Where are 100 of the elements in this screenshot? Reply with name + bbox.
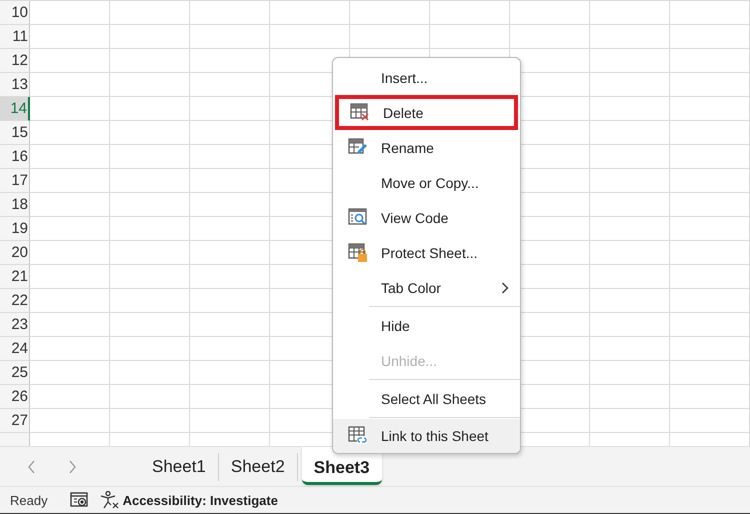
- grid-cell[interactable]: [110, 145, 190, 169]
- grid-cell[interactable]: [670, 121, 750, 145]
- grid-cell[interactable]: [670, 289, 750, 313]
- grid-cell[interactable]: [30, 289, 110, 313]
- grid-cell[interactable]: [190, 385, 270, 409]
- grid-cell[interactable]: [590, 193, 670, 217]
- grid-cell[interactable]: [110, 73, 190, 97]
- grid-cell[interactable]: [590, 385, 670, 409]
- grid-cell[interactable]: [590, 145, 670, 169]
- grid-cell[interactable]: [190, 49, 270, 73]
- grid-cell[interactable]: [670, 25, 750, 49]
- grid-cell[interactable]: [190, 313, 270, 337]
- grid-cell[interactable]: [30, 1, 110, 25]
- row-header[interactable]: 20: [0, 241, 30, 265]
- menu-item[interactable]: Hide: [333, 308, 520, 343]
- grid-cell[interactable]: [590, 217, 670, 241]
- grid-cell[interactable]: [190, 217, 270, 241]
- grid-cell[interactable]: [590, 361, 670, 385]
- row-header[interactable]: 13: [0, 73, 30, 97]
- grid-cell[interactable]: [30, 385, 110, 409]
- grid-cell[interactable]: [110, 289, 190, 313]
- grid-cell[interactable]: [190, 241, 270, 265]
- grid-cell[interactable]: [590, 73, 670, 97]
- grid-cell[interactable]: [670, 265, 750, 289]
- row-header[interactable]: 17: [0, 169, 30, 193]
- grid-cell[interactable]: [270, 25, 350, 49]
- grid-cell[interactable]: [670, 217, 750, 241]
- grid-cell[interactable]: [110, 361, 190, 385]
- row-header[interactable]: 23: [0, 313, 30, 337]
- grid-cell[interactable]: [590, 49, 670, 73]
- accessibility-status[interactable]: Accessibility: Investigate: [122, 492, 278, 508]
- grid-cell[interactable]: [670, 409, 750, 433]
- grid-cell[interactable]: [190, 145, 270, 169]
- grid-cell[interactable]: [30, 193, 110, 217]
- row-header[interactable]: 25: [0, 361, 30, 385]
- grid-cell[interactable]: [30, 169, 110, 193]
- menu-item[interactable]: Tab Color: [333, 270, 520, 305]
- grid-cell[interactable]: [110, 409, 190, 433]
- grid-cell[interactable]: [670, 313, 750, 337]
- grid-cell[interactable]: [30, 409, 110, 433]
- grid-cell[interactable]: [190, 25, 270, 49]
- grid-cell[interactable]: [110, 49, 190, 73]
- grid-cell[interactable]: [590, 265, 670, 289]
- grid-cell[interactable]: [190, 265, 270, 289]
- grid-cell[interactable]: [590, 337, 670, 361]
- grid-cell[interactable]: [190, 73, 270, 97]
- grid-cell[interactable]: [30, 121, 110, 145]
- row-header[interactable]: 11: [0, 25, 30, 49]
- grid-cell[interactable]: [110, 193, 190, 217]
- grid-cell[interactable]: [110, 217, 190, 241]
- grid-cell[interactable]: [190, 361, 270, 385]
- grid-cell[interactable]: [110, 25, 190, 49]
- grid-cell[interactable]: [590, 169, 670, 193]
- chevron-left-icon[interactable]: [27, 460, 37, 474]
- row-header[interactable]: 16: [0, 145, 30, 169]
- grid-cell[interactable]: [670, 97, 750, 121]
- grid-cell[interactable]: [590, 1, 670, 25]
- macro-recorder-icon[interactable]: [70, 492, 88, 508]
- grid-cell[interactable]: [30, 25, 110, 49]
- grid-cell[interactable]: [190, 1, 270, 25]
- grid-cell[interactable]: [590, 121, 670, 145]
- grid-cell[interactable]: [670, 193, 750, 217]
- row-header[interactable]: 18: [0, 193, 30, 217]
- sheet-tab[interactable]: Sheet1: [140, 452, 219, 480]
- grid-cell[interactable]: [190, 193, 270, 217]
- grid-cell[interactable]: [670, 169, 750, 193]
- menu-item[interactable]: Link to this Sheet: [333, 419, 520, 453]
- grid-cell[interactable]: [110, 337, 190, 361]
- grid-cell[interactable]: [190, 337, 270, 361]
- menu-item[interactable]: Delete: [335, 95, 518, 130]
- menu-item[interactable]: View Code: [333, 200, 520, 235]
- chevron-right-icon[interactable]: [67, 460, 77, 474]
- grid-cell[interactable]: [110, 121, 190, 145]
- row-header[interactable]: 19: [0, 217, 30, 241]
- grid-cell[interactable]: [670, 49, 750, 73]
- grid-cell[interactable]: [30, 241, 110, 265]
- grid-cell[interactable]: [110, 265, 190, 289]
- menu-item[interactable]: Insert...: [333, 60, 520, 95]
- grid-cell[interactable]: [430, 25, 510, 49]
- grid-cell[interactable]: [30, 97, 110, 121]
- accessibility-icon[interactable]: [100, 491, 120, 509]
- grid-cell[interactable]: [670, 385, 750, 409]
- grid-cell[interactable]: [670, 361, 750, 385]
- grid-cell[interactable]: [270, 1, 350, 25]
- grid-cell[interactable]: [590, 313, 670, 337]
- grid-cell[interactable]: [670, 1, 750, 25]
- grid-cell[interactable]: [590, 25, 670, 49]
- grid-cell[interactable]: [30, 313, 110, 337]
- grid-cell[interactable]: [30, 217, 110, 241]
- grid-cell[interactable]: [590, 409, 670, 433]
- grid-cell[interactable]: [190, 97, 270, 121]
- grid-cell[interactable]: [30, 49, 110, 73]
- row-header[interactable]: 12: [0, 49, 30, 73]
- menu-item[interactable]: Protect Sheet...: [333, 235, 520, 270]
- row-header[interactable]: 10: [0, 1, 30, 25]
- row-header[interactable]: 27: [0, 409, 30, 433]
- menu-item[interactable]: Move or Copy...: [333, 165, 520, 200]
- grid-cell[interactable]: [30, 337, 110, 361]
- grid-cell[interactable]: [30, 361, 110, 385]
- grid-cell[interactable]: [510, 25, 590, 49]
